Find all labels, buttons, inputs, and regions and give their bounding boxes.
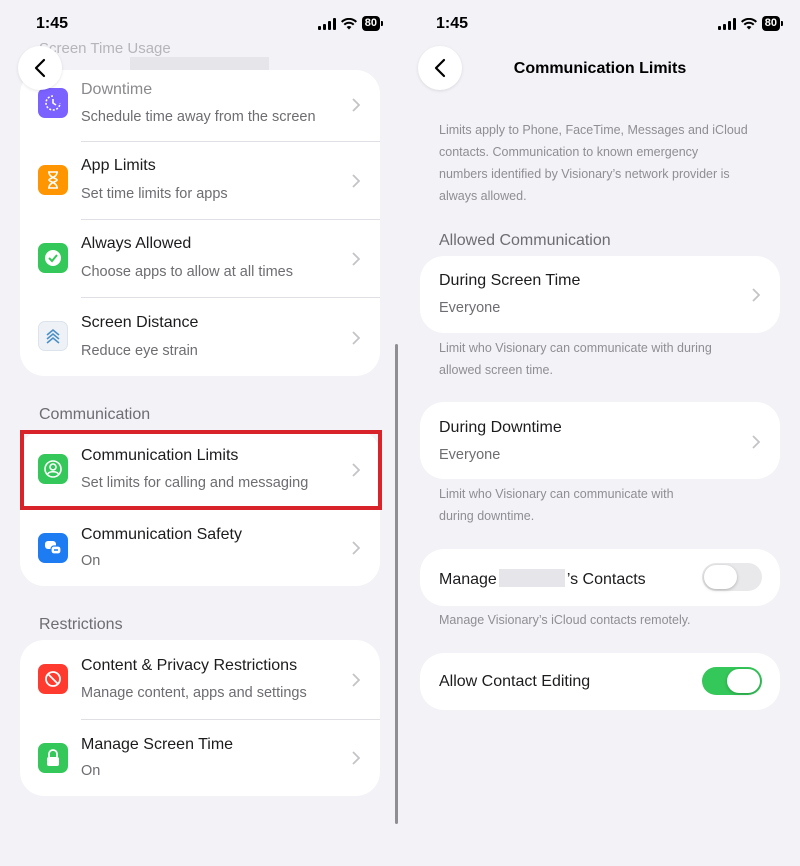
chevron-right-icon <box>352 751 360 765</box>
row-title: Allow Contact Editing <box>439 673 591 690</box>
toggle-knob <box>704 565 737 589</box>
restrictions-card: Content & Privacy Restrictions Manage co… <box>20 640 380 796</box>
hourglass-icon <box>38 165 68 195</box>
chevron-right-icon <box>352 98 360 112</box>
note-line: allowed screen time. <box>439 363 553 377</box>
row-title: During Screen Time <box>439 272 581 289</box>
intro-line: numbers identified by Visionary’s networ… <box>439 167 730 181</box>
row-title: Always Allowed <box>81 235 192 252</box>
chevron-right-icon <box>352 252 360 266</box>
cellular-signal-icon <box>717 17 736 30</box>
intro-line: always allowed. <box>439 189 527 203</box>
wifi-icon <box>740 17 757 29</box>
chevron-right-icon <box>352 673 360 687</box>
row-subtitle: Choose apps to allow at all times <box>81 264 293 280</box>
row-title: Downtime <box>81 81 153 98</box>
status-bar: 1:45 80 <box>0 14 400 36</box>
row-title: Manage ’s Contacts <box>439 569 646 589</box>
back-button[interactable] <box>18 46 62 90</box>
manage-prefix: Manage <box>439 571 497 588</box>
status-time: 1:45 <box>36 15 69 32</box>
chevron-right-icon <box>752 288 760 302</box>
always-allowed-row[interactable]: Always Allowed Choose apps to allow at a… <box>20 220 380 296</box>
row-title: Manage Screen Time <box>81 736 234 753</box>
manage-contacts-toggle[interactable] <box>702 563 762 591</box>
chevron-right-icon <box>352 174 360 188</box>
page-title: Communication Limits <box>513 60 687 77</box>
allow-contact-editing-toggle[interactable] <box>702 667 762 695</box>
row-title: Communication Safety <box>81 526 242 543</box>
highlight-box <box>20 430 382 510</box>
contacts-suffix: ’s Contacts <box>566 571 646 588</box>
chevron-right-icon <box>352 541 360 555</box>
chevron-left-icon <box>34 58 46 78</box>
toggle-knob <box>727 669 760 693</box>
during-screen-time-row[interactable]: During Screen Time Everyone <box>420 256 780 333</box>
battery-indicator: 80 <box>361 16 384 31</box>
note-line: during downtime. <box>439 509 535 523</box>
row-subtitle: Set time limits for apps <box>81 186 228 202</box>
row-value: Everyone <box>439 447 501 463</box>
row-title: App Limits <box>81 157 156 174</box>
row-title: Content & Privacy Restrictions <box>81 657 298 674</box>
lock-icon <box>38 743 68 773</box>
screen-time-card: Downtime Schedule time away from the scr… <box>20 70 380 376</box>
screen-distance-row[interactable]: Screen Distance Reduce eye strain <box>20 298 380 376</box>
content-privacy-row[interactable]: Content & Privacy Restrictions Manage co… <box>20 640 380 718</box>
faded-section-header: Screen Time Usage <box>39 40 171 57</box>
status-time: 1:45 <box>436 15 469 32</box>
check-badge-icon <box>38 243 68 273</box>
intro-line: contacts. Communication to known emergen… <box>439 145 699 159</box>
manage-screen-time-row[interactable]: Manage Screen Time On <box>20 720 380 796</box>
redacted-name <box>498 569 565 587</box>
row-subtitle: Manage content, apps and settings <box>81 685 307 701</box>
cellular-signal-icon <box>317 17 336 30</box>
restrictions-section-header: Restrictions <box>39 616 123 633</box>
intro-line: Limits apply to Phone, FaceTime, Message… <box>439 123 748 137</box>
chat-bubbles-icon <box>38 533 68 563</box>
screen-time-note: Limit who Visionary can communicate with… <box>439 337 712 381</box>
row-subtitle: On <box>81 763 101 779</box>
communication-limits-pane: 1:45 80 Communication Limits Limits appl… <box>400 0 800 866</box>
communication-section-header: Communication <box>39 406 151 423</box>
row-subtitle: Reduce eye strain <box>81 343 198 359</box>
app-limits-row[interactable]: App Limits Set time limits for apps <box>20 142 380 218</box>
row-title: Screen Distance <box>81 314 199 331</box>
chevron-right-icon <box>752 435 760 449</box>
intro-note: Limits apply to Phone, FaceTime, Message… <box>439 119 748 207</box>
manage-contacts-row: Manage ’s Contacts <box>420 549 780 606</box>
chevron-right-icon <box>352 331 360 345</box>
downtime-row[interactable]: Downtime Schedule time away from the scr… <box>20 70 380 140</box>
note-line: Limit who Visionary can communicate with… <box>439 341 712 355</box>
status-bar: 1:45 80 <box>400 14 800 36</box>
row-title: During Downtime <box>439 419 562 436</box>
note-line: Limit who Visionary can communicate with <box>439 487 674 501</box>
no-entry-icon <box>38 664 68 694</box>
row-subtitle: Schedule time away from the screen <box>81 109 316 125</box>
screen-time-settings-pane: 1:45 80 Screen Time Usage Downtime Sched… <box>0 0 400 866</box>
allowed-communication-header: Allowed Communication <box>439 232 611 249</box>
row-value: Everyone <box>439 300 501 316</box>
battery-indicator: 80 <box>761 16 784 31</box>
row-subtitle: On <box>81 553 101 569</box>
downtime-icon <box>38 88 68 118</box>
allow-contact-editing-row: Allow Contact Editing <box>420 653 780 710</box>
during-downtime-row[interactable]: During Downtime Everyone <box>420 402 780 479</box>
screen-distance-icon <box>38 321 68 351</box>
downtime-note: Limit who Visionary can communicate with… <box>439 483 674 527</box>
scrollbar[interactable] <box>395 344 398 824</box>
communication-safety-row[interactable]: Communication Safety On <box>20 510 380 586</box>
manage-contacts-note: Manage Visionary’s iCloud contacts remot… <box>439 613 691 627</box>
wifi-icon <box>340 17 357 29</box>
